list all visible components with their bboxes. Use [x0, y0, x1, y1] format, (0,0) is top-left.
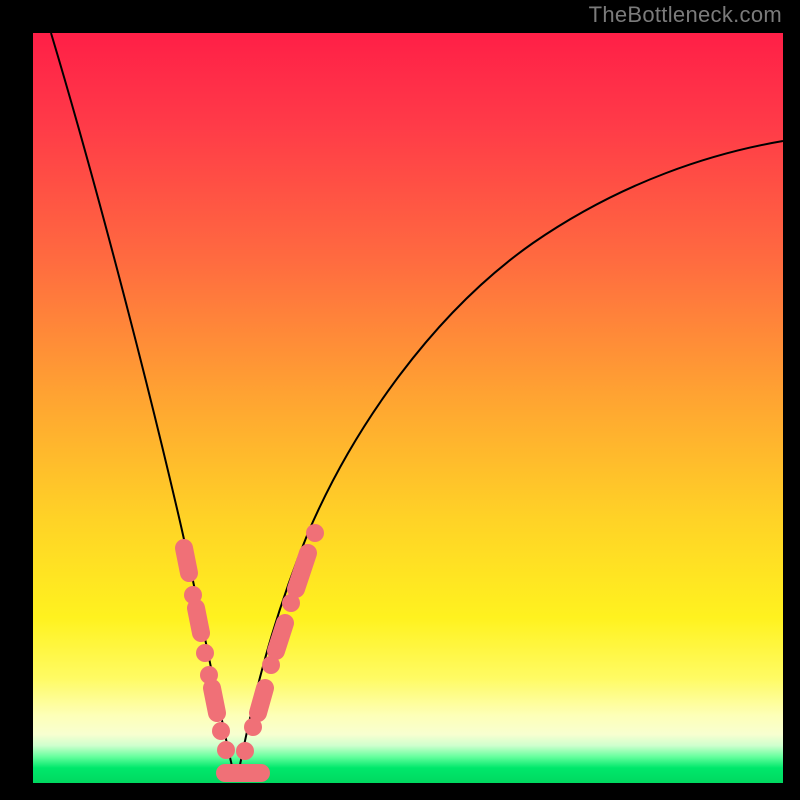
outer-frame: TheBottleneck.com: [0, 0, 800, 800]
highlight-dot: [217, 741, 235, 759]
highlight-cluster: [184, 524, 324, 773]
curve-right-branch: [238, 141, 783, 775]
highlight-seg: [212, 688, 217, 713]
highlight-seg: [258, 688, 265, 713]
highlight-dot: [196, 644, 214, 662]
highlight-dot: [236, 742, 254, 760]
highlight-seg: [184, 548, 189, 573]
highlight-dot: [212, 722, 230, 740]
curve-layer: [33, 33, 783, 783]
watermark-text: TheBottleneck.com: [589, 2, 782, 28]
curve-left-branch: [51, 33, 234, 775]
highlight-seg: [296, 553, 308, 589]
plot-area: [33, 33, 783, 783]
highlight-seg: [276, 623, 285, 651]
highlight-seg: [196, 608, 201, 633]
highlight-dot: [306, 524, 324, 542]
